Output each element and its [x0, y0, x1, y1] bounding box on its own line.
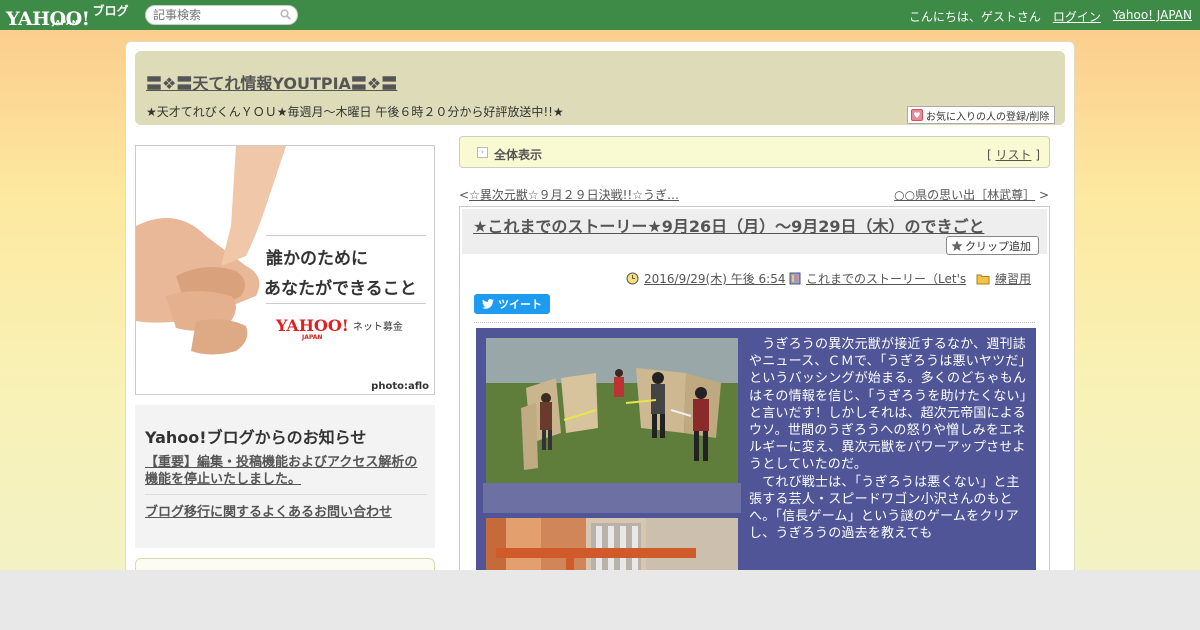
article-date-link[interactable]: 2016/9/29(木) 午後 6:54: [644, 270, 785, 287]
battle-photo-outdoor: [486, 338, 738, 483]
search-box: [145, 5, 298, 25]
ad-divider: [266, 235, 426, 236]
clip-add-button[interactable]: クリップ追加: [946, 236, 1039, 255]
prev-article-nav: <☆異次元獣☆９月２９日決戦!!☆うぎ…: [459, 186, 679, 203]
star-icon: [951, 240, 963, 251]
article-divider: [474, 322, 1035, 323]
next-article-nav: ○○県の思い出［林武尊］ >: [894, 186, 1049, 203]
blog-title[interactable]: 〓❖〓天てれ情報YOUTPIA〓❖〓: [146, 70, 397, 94]
search-input[interactable]: [153, 6, 278, 24]
logo-blog: ブログ: [92, 4, 129, 18]
article-paragraph-1: うぎろうの異次元獣が接近するなか、週刊誌やニュース、ＣＭで、「うぎろうは悪いヤツ…: [749, 337, 1027, 473]
favorite-register-label: お気に入りの人の登録/削除: [926, 111, 1050, 123]
yahoo-blog-logo[interactable]: YAHOO! JAPAN ブログ: [6, 2, 129, 29]
all-articles-label: 全体表示: [494, 148, 543, 162]
book-icon: [789, 272, 801, 285]
ad-brand-yahoo: YAHOO!: [276, 316, 349, 335]
notice-panel: Yahoo!ブログからのお知らせ 【重要】編集・投稿機能およびアクセス解析の機能…: [135, 405, 435, 548]
next-article-link[interactable]: ○○県の思い出［林武尊］: [894, 188, 1035, 202]
search-icon[interactable]: [280, 9, 291, 20]
notice-link-important[interactable]: 【重要】編集・投稿機能およびアクセス解析の機能を停止いたしました。: [145, 454, 427, 488]
twitter-bird-icon: [482, 299, 494, 309]
notice-title: Yahoo!ブログからのお知らせ: [145, 428, 367, 447]
logo-japan: JAPAN: [52, 19, 79, 27]
page-footer-band: [0, 570, 1200, 630]
ad-brand-japan: JAPAN: [302, 334, 323, 341]
top-bar: YAHOO! JAPAN ブログ こんにちは、ゲストさん ログイン Yahoo!…: [0, 0, 1200, 30]
ad-brand: YAHOO! ネット募金: [276, 316, 403, 335]
ad-credit: photo:aflo: [371, 381, 429, 392]
article-category: これまでのストーリー（Let's: [789, 270, 966, 287]
prev-article-link[interactable]: ☆異次元獣☆９月２９日決戦!!☆うぎ…: [469, 188, 679, 202]
all-articles-bar: › 全体表示 [ リスト ]: [459, 136, 1050, 168]
blog-container: 〓❖〓天てれ情報YOUTPIA〓❖〓 ★天才てれびくんＹＯＵ★毎週月～木曜日 午…: [125, 41, 1075, 630]
notice-divider: [145, 494, 427, 495]
clock-icon: [626, 272, 639, 285]
favorite-register-button[interactable]: ♥ お気に入りの人の登録/削除: [907, 106, 1055, 124]
article-paragraph-2: てれび戦士は、「うぎろうは悪くない」と主張する芸人・スピードワゴン小沢さんのもと…: [749, 474, 1020, 542]
charity-ad-banner[interactable]: 誰かのために あなたができること YAHOO! ネット募金 JAPAN phot…: [135, 145, 435, 395]
handshake-image: [136, 146, 434, 394]
login-link[interactable]: ログイン: [1053, 8, 1101, 25]
greeting-text: こんにちは、ゲストさん: [908, 10, 1041, 24]
folder-icon: [976, 274, 990, 284]
ad-text-line2: あなたができること: [264, 279, 417, 299]
list-bracket-close: ]: [1035, 148, 1040, 162]
article-folder-link[interactable]: 練習用: [995, 270, 1031, 287]
clip-add-label: クリップ追加: [965, 239, 1031, 253]
article-category-link[interactable]: これまでのストーリー（Let's: [806, 270, 966, 287]
prev-arrow: <: [459, 188, 470, 202]
article-header: ★これまでのストーリー★9月26日（月）～9月29日（木）のできごと クリップ追…: [462, 209, 1047, 255]
list-link-wrapper: [ リスト ]: [987, 146, 1040, 163]
photo-caption-band: [483, 483, 741, 513]
tweet-button[interactable]: ツイート: [474, 294, 550, 314]
list-bracket-open: [: [986, 148, 992, 162]
blog-header: 〓❖〓天てれ情報YOUTPIA〓❖〓 ★天才てれびくんＹＯＵ★毎週月～木曜日 午…: [135, 51, 1065, 125]
article-title[interactable]: ★これまでのストーリー★9月26日（月）～9月29日（木）のできごと: [473, 213, 985, 237]
heart-icon: ♥: [911, 109, 923, 121]
article-date: 2016/9/29(木) 午後 6:54: [626, 270, 785, 287]
ad-text-line1: 誰かのために: [266, 249, 368, 269]
ad-brand-tail: ネット募金: [352, 322, 403, 333]
yahoo-japan-link[interactable]: Yahoo! JAPAN: [1113, 8, 1192, 25]
tweet-label: ツイート: [498, 298, 542, 311]
article-text: うぎろうの異次元獣が接近するなか、週刊誌やニュース、ＣＭで、「うぎろうは悪いヤツ…: [749, 336, 1031, 542]
list-link[interactable]: リスト: [995, 148, 1031, 162]
ad-divider: [266, 303, 426, 304]
next-arrow: >: [1038, 188, 1049, 202]
battle-scene-image: [486, 338, 738, 483]
arrow-right-icon: ›: [477, 147, 488, 158]
notice-link-faq[interactable]: ブログ移行に関するよくあるお問い合わせ: [145, 501, 392, 520]
user-links: こんにちは、ゲストさん ログイン Yahoo! JAPAN: [909, 8, 1192, 25]
article-folder: 練習用: [976, 270, 1031, 287]
article: ★これまでのストーリー★9月26日（月）～9月29日（木）のできごと クリップ追…: [459, 206, 1050, 630]
blog-description: ★天才てれびくんＹＯＵ★毎週月～木曜日 午後６時２０分から好評放送中!!★: [146, 105, 564, 119]
